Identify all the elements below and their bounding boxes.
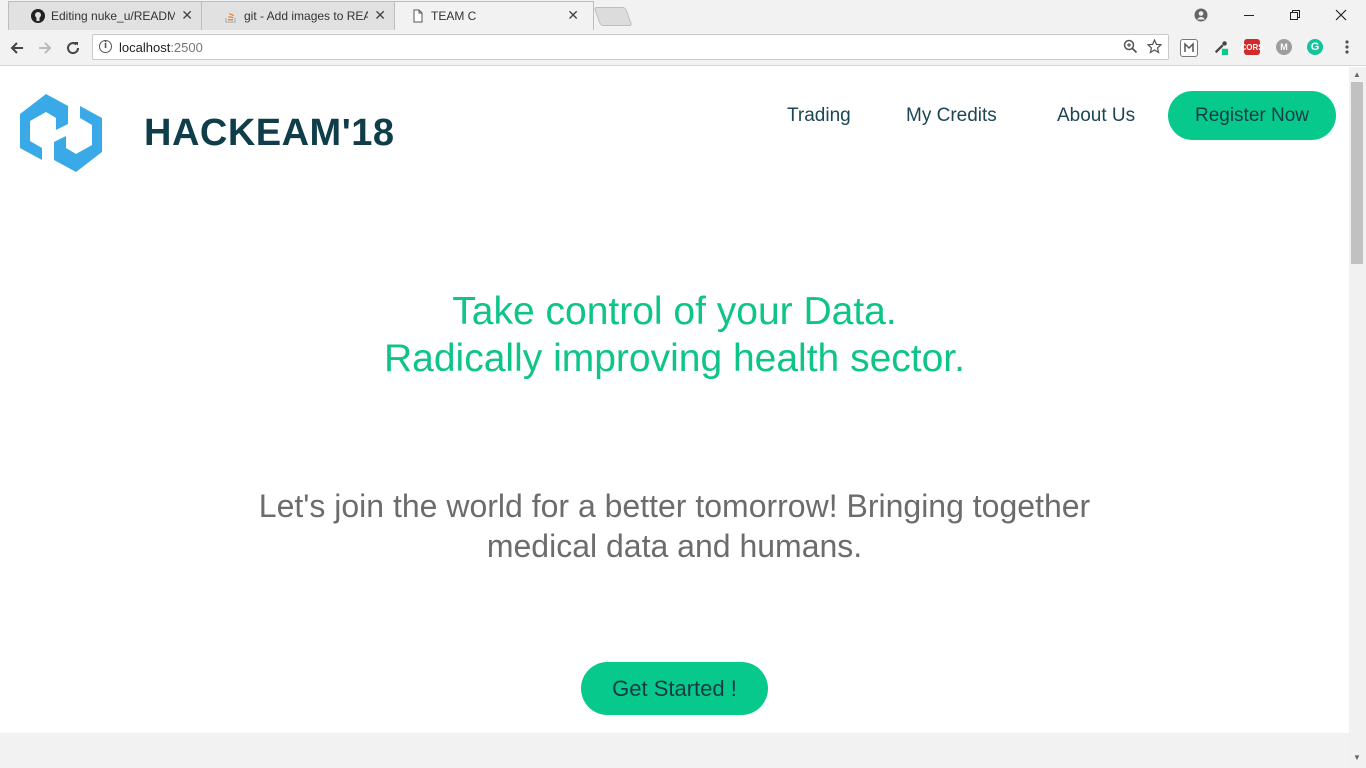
scroll-up-icon[interactable]: ▲ bbox=[1353, 70, 1361, 79]
metamask-icon[interactable] bbox=[1180, 39, 1198, 57]
close-tab-icon[interactable]: ✕ bbox=[374, 7, 386, 24]
tab-github[interactable]: Editing nuke_u/README ✕ bbox=[8, 1, 208, 30]
scrollbar-thumb[interactable] bbox=[1351, 82, 1363, 264]
close-tab-icon[interactable]: ✕ bbox=[567, 7, 579, 24]
url-text: localhost:2500 bbox=[119, 40, 203, 55]
page-viewport: HACKEAM'18 Trading My Credits About Us R… bbox=[0, 67, 1349, 733]
zoom-icon[interactable] bbox=[1123, 39, 1138, 58]
github-icon bbox=[31, 9, 45, 23]
nav-link-about-us[interactable]: About Us bbox=[1057, 105, 1135, 127]
tab-stackoverflow[interactable]: git - Add images to READ ✕ bbox=[201, 1, 401, 30]
back-icon[interactable] bbox=[6, 37, 28, 59]
profile-icon[interactable] bbox=[1178, 0, 1224, 30]
reload-icon[interactable] bbox=[62, 37, 84, 59]
nav-link-trading[interactable]: Trading bbox=[787, 105, 851, 127]
close-window-icon[interactable] bbox=[1318, 0, 1364, 30]
hero-tagline-line-1: Let's join the world for a better tomorr… bbox=[258, 488, 1091, 524]
tab-title: Editing nuke_u/README bbox=[51, 9, 175, 23]
grammarly-icon[interactable]: G bbox=[1307, 39, 1323, 55]
tab-team-c[interactable]: TEAM C ✕ bbox=[394, 1, 594, 30]
scroll-down-icon[interactable]: ▼ bbox=[1353, 753, 1361, 762]
browser-tab-strip: Editing nuke_u/README ✕ git - Add images… bbox=[0, 0, 1366, 30]
page-bottom-strip bbox=[0, 733, 1349, 768]
page-scrollbar[interactable]: ▲ ▼ bbox=[1349, 67, 1366, 768]
address-bar[interactable]: i localhost:2500 bbox=[92, 34, 1169, 60]
chrome-menu-icon[interactable] bbox=[1339, 39, 1355, 55]
hero-tagline-line-2: medical data and humans. bbox=[486, 528, 863, 564]
m-icon[interactable]: M bbox=[1276, 39, 1292, 55]
brand-title[interactable]: HACKEAM'18 bbox=[144, 112, 395, 155]
cors-icon[interactable]: CORS bbox=[1240, 39, 1264, 55]
hero-headline-line-2: Radically improving health sector. bbox=[384, 337, 965, 380]
stackoverflow-icon bbox=[224, 9, 238, 23]
bookmark-star-icon[interactable] bbox=[1146, 38, 1163, 58]
tab-title: git - Add images to READ bbox=[244, 9, 368, 23]
forward-icon[interactable] bbox=[34, 37, 56, 59]
browser-toolbar: i localhost:2500 CORS M G bbox=[0, 30, 1366, 66]
site-info-icon[interactable]: i bbox=[99, 40, 112, 53]
minimize-icon[interactable] bbox=[1226, 0, 1272, 30]
eyedropper-icon[interactable] bbox=[1213, 39, 1229, 55]
register-now-button[interactable]: Register Now bbox=[1168, 91, 1336, 140]
new-tab-button[interactable] bbox=[593, 7, 633, 26]
page-icon bbox=[411, 9, 425, 23]
nav-link-my-credits[interactable]: My Credits bbox=[906, 105, 997, 127]
hero-headline-line-1: Take control of your Data. bbox=[452, 290, 897, 333]
restore-icon[interactable] bbox=[1272, 0, 1318, 30]
get-started-button[interactable]: Get Started ! bbox=[581, 662, 768, 715]
close-tab-icon[interactable]: ✕ bbox=[181, 7, 193, 24]
tab-title: TEAM C bbox=[431, 9, 477, 23]
hackeam-logo-icon[interactable] bbox=[16, 88, 108, 178]
